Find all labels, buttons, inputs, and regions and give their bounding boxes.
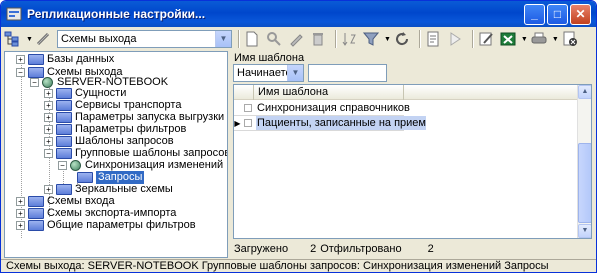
expand-icon[interactable]: + [44,137,53,146]
filter-icon[interactable] [362,30,380,48]
folder-icon [56,124,72,135]
loaded-label: Загружено [234,243,289,255]
folder-icon [56,136,72,147]
scroll-down-icon[interactable]: ▼ [578,224,591,238]
expand-icon[interactable]: + [16,55,25,64]
expand-icon[interactable]: + [16,209,25,218]
header-indicator-cell [234,85,254,100]
report-icon[interactable] [424,30,442,48]
folder-icon [56,184,72,195]
template-name-cell: Пациенты, записанные на прием [256,116,426,130]
row-checkbox[interactable] [244,119,252,127]
edit-form-icon[interactable] [477,30,495,48]
sort-icon[interactable] [340,30,358,48]
tree-node-common-filter-params[interactable]: + Общие параметры фильтров [16,219,196,232]
current-row-arrow-icon: ▶ [234,118,241,128]
new-document-icon[interactable] [243,30,261,48]
filtered-label: Отфильтровано [320,243,402,255]
folder-icon [28,208,44,219]
folder-icon [56,88,72,99]
scheme-tree[interactable]: + Базы данных − Схемы выхода − SERVER-NO… [4,51,228,258]
close-document-icon[interactable] [561,30,579,48]
scheme-select[interactable]: Схемы выхода ▼ [56,30,232,48]
folder-icon [28,196,44,207]
tree-node-databases[interactable]: + Базы данных [16,53,114,66]
column-header-name[interactable]: Имя шаблона [254,85,404,100]
filter-label: Имя шаблона [234,52,305,64]
filter-input[interactable] [308,64,387,82]
search-icon[interactable] [265,30,283,48]
excel-export-icon[interactable] [499,30,517,48]
toolbar-separator [418,30,420,48]
export-dropdown-icon[interactable]: ▼ [521,36,528,43]
folder-icon [28,220,44,231]
delete-icon[interactable] [309,30,327,48]
status-bar: Схемы выхода: SERVER-NOTEBOOK Групповые … [1,259,596,272]
print-dropdown-icon[interactable]: ▼ [552,36,559,43]
scheme-select-value: Схемы выхода [60,33,137,45]
app-icon [6,7,22,21]
close-button[interactable]: ✕ [570,4,591,25]
folder-icon [77,172,93,183]
template-panel: Имя шаблона Начинается ▼ Имя шаблона Син… [231,51,593,258]
collapse-icon[interactable]: − [58,161,67,170]
scroll-thumb[interactable] [578,143,591,223]
collapse-icon[interactable]: − [44,149,53,158]
folder-icon [56,148,72,159]
folder-icon [56,112,72,123]
chevron-down-icon[interactable]: ▼ [287,65,303,81]
expand-icon[interactable]: + [44,185,53,194]
chevron-down-icon[interactable]: ▼ [214,31,231,47]
window-title: Репликационные настройки... [27,7,206,21]
refresh-icon[interactable] [393,30,411,48]
filtered-count: 2 [427,243,434,255]
templates-grid[interactable]: Имя шаблона Синхронизация справочников ▶… [233,84,592,239]
folder-icon [56,100,72,111]
template-name-cell: Синхронизация справочников [257,102,410,114]
filter-dropdown-icon[interactable]: ▼ [384,36,391,43]
expand-icon[interactable]: + [44,101,53,110]
title-bar[interactable]: Репликационные настройки... _ □ ✕ [1,1,596,27]
expand-icon[interactable]: + [44,125,53,134]
folder-icon [28,54,44,65]
print-icon[interactable] [530,30,548,48]
expand-icon[interactable]: + [44,113,53,122]
grid-scrollbar[interactable]: ▲ ▼ [577,85,591,238]
toolbar: ▼ Схемы выхода ▼ ▼ ▼ ▼ [4,28,593,50]
tree-view-icon[interactable] [4,30,22,48]
maximize-button[interactable]: □ [547,4,568,25]
scroll-up-icon[interactable]: ▲ [578,85,591,99]
play-icon[interactable] [446,30,464,48]
toolbar-separator [237,30,239,48]
filter-mode-select[interactable]: Начинается ▼ [233,64,304,82]
tree-view-dropdown-icon[interactable]: ▼ [26,36,33,43]
minimize-button[interactable]: _ [524,4,545,25]
loaded-count: 2 [310,243,317,255]
toolbar-separator [471,30,473,48]
table-row[interactable]: ▶ Пациенты, записанные на прием [234,116,579,130]
grid-header: Имя шаблона [234,85,579,100]
row-checkbox[interactable] [244,104,252,112]
app-window: Репликационные настройки... _ □ ✕ ▼ Схем… [0,0,597,273]
expand-icon[interactable]: + [44,89,53,98]
toolbar-separator [334,30,336,48]
expand-icon[interactable]: + [16,197,25,206]
row-indicator [234,101,241,115]
grid-counts: Загружено 2 Отфильтровано 2 [234,243,434,255]
collapse-icon[interactable]: − [16,68,25,77]
table-row[interactable]: Синхронизация справочников [234,101,579,115]
link-icon[interactable] [35,30,53,48]
collapse-icon[interactable]: − [30,78,39,87]
expand-icon[interactable]: + [16,221,25,230]
template-group-icon [70,160,81,171]
edit-icon[interactable] [287,30,305,48]
